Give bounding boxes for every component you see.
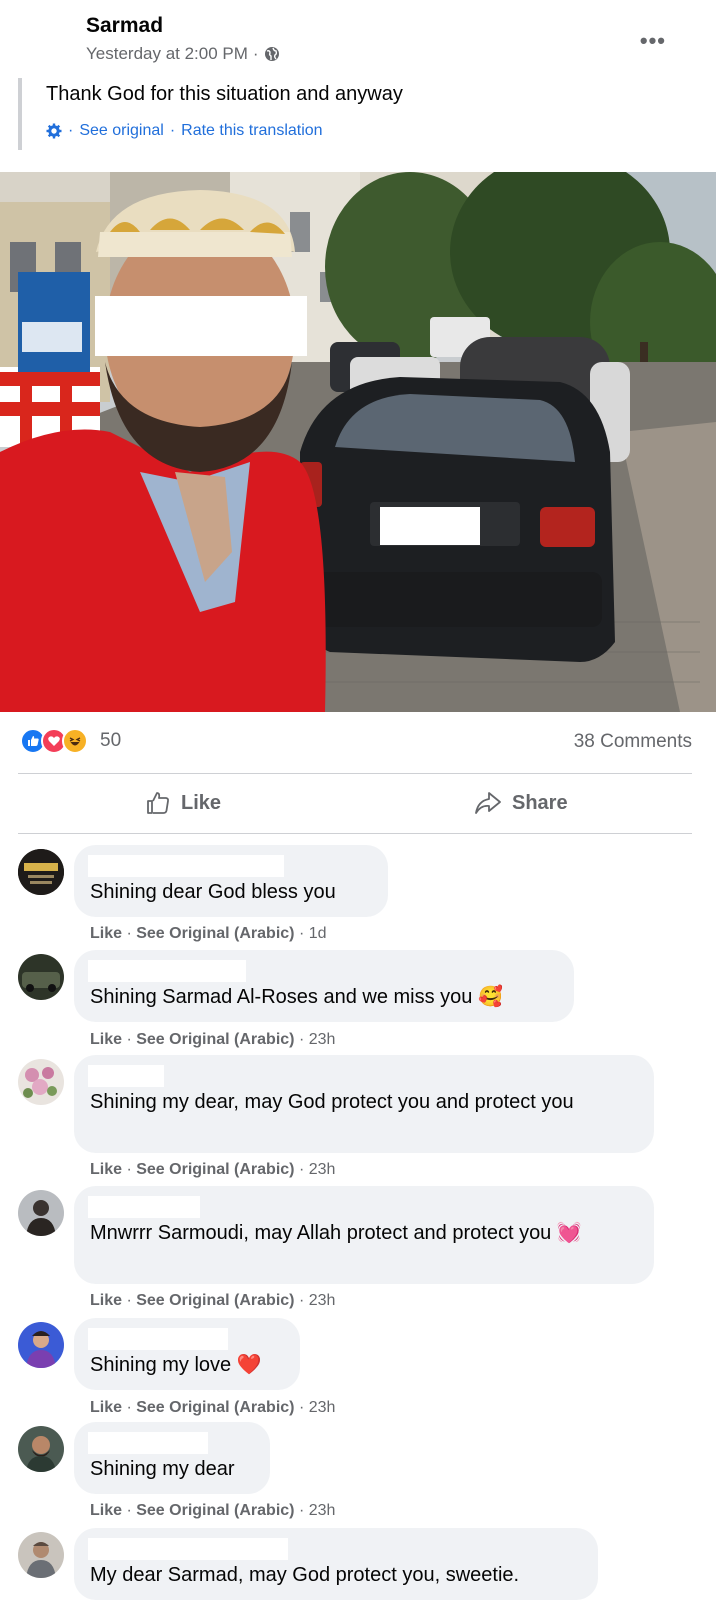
comment-bubble: Mnwrrr Sarmoudi, may Allah protect and p… (74, 1186, 654, 1284)
post-header: Sarmad Yesterday at 2:00 PM · ••• Thank … (0, 0, 716, 160)
avatar[interactable] (18, 954, 64, 1000)
avatar[interactable] (18, 1190, 64, 1236)
comment-footer: Like · See Original (Arabic) · 23h (90, 1292, 336, 1309)
avatar[interactable] (18, 1426, 64, 1472)
redacted-name (88, 1328, 228, 1350)
comment-text: Shining my love ❤️ (90, 1354, 262, 1376)
comment-bubble: Shining Sarmad Al-Roses and we miss you … (74, 950, 574, 1022)
translation-separator: · (169, 122, 176, 139)
comment-time[interactable]: 23h (309, 1502, 336, 1519)
see-original-link[interactable]: See original (79, 122, 164, 140)
comment-like-link[interactable]: Like (90, 1502, 122, 1519)
comments-count[interactable]: 38 Comments (574, 731, 692, 753)
share-icon (475, 792, 501, 814)
like-label: Like (181, 791, 222, 814)
redacted-name (88, 1065, 164, 1087)
see-original-arabic-link[interactable]: See Original (Arabic) (136, 925, 294, 942)
comment-text: Shining dear God bless you (90, 881, 336, 903)
redacted-name (88, 1196, 200, 1218)
avatar[interactable] (18, 1532, 64, 1578)
comment-bubble: My dear Sarmad, may God protect you, swe… (74, 1528, 598, 1600)
post-text: Thank God for this situation and anyway (46, 83, 403, 105)
comment-time[interactable]: 23h (309, 1031, 336, 1048)
comment-text: Shining Sarmad Al-Roses and we miss you … (90, 986, 503, 1008)
rate-translation-link[interactable]: Rate this translation (181, 122, 322, 140)
comment-text: Mnwrrr Sarmoudi, may Allah protect and p… (90, 1222, 582, 1244)
comment-footer: Like · See Original (Arabic) · 23h (90, 1031, 336, 1048)
redacted-name (88, 1538, 288, 1560)
gear-icon[interactable] (46, 123, 62, 139)
haha-reaction-icon (62, 728, 88, 754)
translation-separator: · (68, 122, 74, 139)
avatar[interactable] (18, 849, 64, 895)
meta-separator: · (252, 44, 259, 63)
post-author-name[interactable]: Sarmad (86, 14, 163, 38)
avatar[interactable] (18, 1059, 64, 1105)
comment-like-link[interactable]: Like (90, 1161, 122, 1178)
share-button[interactable]: Share (474, 790, 568, 816)
comment-like-link[interactable]: Like (90, 1292, 122, 1309)
comment-footer: Like · See Original (Arabic) · 1d (90, 925, 327, 942)
comment-bubble: Shining my dear, may God protect you and… (74, 1055, 654, 1153)
avatar[interactable] (18, 1322, 64, 1368)
comment-like-link[interactable]: Like (90, 925, 122, 942)
comment-time[interactable]: 1d (309, 925, 327, 942)
see-original-arabic-link[interactable]: See Original (Arabic) (136, 1031, 294, 1048)
more-options-icon[interactable]: ••• (640, 28, 666, 54)
comment-bubble: Shining my love ❤️ (74, 1318, 300, 1390)
stats-divider (18, 773, 692, 774)
see-original-arabic-link[interactable]: See Original (Arabic) (136, 1161, 294, 1178)
globe-icon (264, 47, 279, 61)
comment-footer: Like · See Original (Arabic) · 23h (90, 1502, 336, 1519)
comment-bubble: Shining my dear (74, 1422, 270, 1494)
comment-time[interactable]: 23h (309, 1292, 336, 1309)
selfie-photo (0, 172, 716, 712)
comment-text: Shining my dear (90, 1458, 235, 1480)
reactions-summary[interactable]: 50 (20, 728, 121, 754)
see-original-arabic-link[interactable]: See Original (Arabic) (136, 1399, 294, 1416)
translation-row: · See original · Rate this translation (46, 122, 323, 140)
see-original-arabic-link[interactable]: See Original (Arabic) (136, 1502, 294, 1519)
post-timestamp[interactable]: Yesterday at 2:00 PM (86, 44, 248, 64)
reaction-count[interactable]: 50 (100, 730, 121, 752)
post-photo[interactable] (0, 172, 716, 712)
redacted-name (88, 1432, 208, 1454)
like-button[interactable]: Like (145, 790, 221, 816)
like-icon (147, 792, 169, 814)
comment-like-link[interactable]: Like (90, 1399, 122, 1416)
actions-divider (18, 833, 692, 834)
redacted-name (88, 855, 284, 877)
redacted-name (88, 960, 246, 982)
comment-footer: Like · See Original (Arabic) · 23h (90, 1161, 336, 1178)
comment-bubble: Shining dear God bless you (74, 845, 388, 917)
comment-text: My dear Sarmad, may God protect you, swe… (90, 1564, 520, 1586)
comment-like-link[interactable]: Like (90, 1031, 122, 1048)
comment-footer: Like · See Original (Arabic) · 23h (90, 1399, 336, 1416)
see-original-arabic-link[interactable]: See Original (Arabic) (136, 1292, 294, 1309)
share-label: Share (512, 791, 568, 814)
translation-quote-bar (18, 78, 22, 150)
post-meta: Yesterday at 2:00 PM · (86, 44, 280, 64)
comment-text: Shining my dear, may God protect you and… (90, 1091, 574, 1113)
comment-time[interactable]: 23h (309, 1161, 336, 1178)
comment-time[interactable]: 23h (309, 1399, 336, 1416)
